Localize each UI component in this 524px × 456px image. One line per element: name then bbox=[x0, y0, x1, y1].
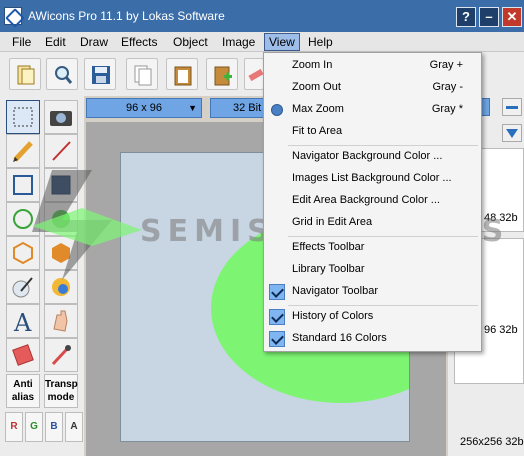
channel-b[interactable]: B bbox=[45, 412, 63, 442]
marquee-icon bbox=[13, 107, 33, 127]
line-tool[interactable] bbox=[44, 134, 78, 168]
triangle-down-icon bbox=[506, 129, 518, 138]
menu-item-library-toolbar[interactable]: Library Toolbar bbox=[264, 260, 481, 280]
chevron-down-icon: ▼ bbox=[188, 103, 197, 113]
transparency-mode-toggle[interactable]: Transp mode bbox=[44, 374, 78, 408]
app-icon bbox=[4, 7, 22, 25]
thumb-label-256: 256x256 32b bbox=[460, 436, 524, 448]
title-bar: AWicons Pro 11.1 by Lokas Software ? – ✕ bbox=[0, 0, 524, 32]
checkmark-icon bbox=[269, 309, 285, 325]
checkmark-icon bbox=[269, 284, 285, 300]
menu-help[interactable]: Help bbox=[308, 35, 333, 49]
eraser-icon bbox=[12, 344, 34, 366]
view-menu-dropdown: Zoom In Gray + Zoom Out Gray - Max Zoom … bbox=[263, 52, 482, 352]
checkmark-icon bbox=[269, 331, 285, 347]
window-title: AWicons Pro 11.1 by Lokas Software bbox=[28, 9, 225, 23]
minimize-button[interactable]: – bbox=[479, 7, 499, 27]
pencil-icon bbox=[13, 141, 33, 162]
menu-item-images-list-bg-color[interactable]: Images List Background Color ... bbox=[264, 169, 481, 189]
bit-value: 32 Bit bbox=[233, 102, 262, 114]
text-icon: A bbox=[13, 309, 32, 337]
paste-new-button[interactable] bbox=[206, 58, 238, 90]
copy-button[interactable] bbox=[126, 58, 158, 90]
menu-item-navigator-bg-color[interactable]: Navigator Background Color ... bbox=[264, 147, 481, 167]
menu-item-edit-area-bg-color[interactable]: Edit Area Background Color ... bbox=[264, 191, 481, 211]
channel-a[interactable]: A bbox=[65, 412, 83, 442]
channel-g[interactable]: G bbox=[25, 412, 43, 442]
size-value: 96 x 96 bbox=[125, 102, 163, 114]
menu-item-max-zoom[interactable]: Max Zoom Gray * bbox=[264, 100, 481, 120]
size-select[interactable]: 96 x 96 ▼ bbox=[86, 98, 202, 118]
thumb-label-96: 96 32b bbox=[484, 324, 518, 336]
zoom-button[interactable] bbox=[46, 58, 78, 90]
line-icon bbox=[52, 141, 71, 161]
menu-edit[interactable]: Edit bbox=[45, 35, 66, 49]
menu-item-navigator-toolbar[interactable]: Navigator Toolbar bbox=[264, 282, 481, 302]
camera-icon bbox=[50, 111, 72, 126]
new-file-icon bbox=[17, 65, 35, 85]
menu-item-effects-toolbar[interactable]: Effects Toolbar bbox=[264, 238, 481, 258]
save-button[interactable] bbox=[84, 58, 116, 90]
menu-separator bbox=[288, 145, 478, 146]
channel-r[interactable]: R bbox=[5, 412, 23, 442]
antialias-toggle[interactable]: Anti alias bbox=[6, 374, 40, 408]
menu-draw[interactable]: Draw bbox=[80, 35, 108, 49]
radio-selected-icon bbox=[271, 104, 283, 116]
new-button[interactable] bbox=[9, 58, 41, 90]
pencil-tool[interactable] bbox=[6, 134, 40, 168]
menu-view[interactable]: View bbox=[264, 33, 300, 51]
menu-separator bbox=[288, 236, 478, 237]
menu-bar: File Edit Draw Effects Object Image View… bbox=[0, 32, 524, 52]
align-button[interactable] bbox=[502, 98, 522, 116]
copy-icon bbox=[134, 65, 152, 86]
minus-icon bbox=[506, 106, 518, 109]
menu-item-fit-to-area[interactable]: Fit to Area bbox=[264, 122, 481, 142]
menu-item-zoom-in[interactable]: Zoom In Gray + bbox=[264, 56, 481, 76]
menu-item-history-of-colors[interactable]: History of Colors bbox=[264, 307, 481, 327]
menu-item-grid-in-edit-area[interactable]: Grid in Edit Area bbox=[264, 213, 481, 233]
hand-icon bbox=[53, 310, 68, 332]
menu-item-standard-16-colors[interactable]: Standard 16 Colors bbox=[264, 329, 481, 349]
eyedropper-tool[interactable] bbox=[44, 338, 78, 372]
capture-tool[interactable] bbox=[44, 100, 78, 134]
scroll-down-button[interactable] bbox=[502, 124, 522, 142]
eraser-tool[interactable] bbox=[6, 338, 40, 372]
menu-object[interactable]: Object bbox=[173, 35, 208, 49]
menu-image[interactable]: Image bbox=[222, 35, 255, 49]
floppy-icon bbox=[92, 66, 110, 84]
delete-button[interactable] bbox=[244, 58, 264, 90]
close-button[interactable]: ✕ bbox=[502, 7, 522, 27]
text-tool[interactable]: A bbox=[6, 304, 40, 338]
watermark-logo bbox=[32, 170, 142, 280]
menu-file[interactable]: File bbox=[12, 35, 31, 49]
magnifier-icon bbox=[55, 66, 73, 84]
clipboard-icon bbox=[174, 66, 192, 86]
smudge-tool[interactable] bbox=[44, 304, 78, 338]
menu-effects[interactable]: Effects bbox=[121, 35, 157, 49]
paste-button[interactable] bbox=[166, 58, 198, 90]
eyedropper-icon bbox=[51, 345, 71, 366]
clipboard-add-icon bbox=[214, 66, 232, 86]
menu-item-zoom-out[interactable]: Zoom Out Gray - bbox=[264, 78, 481, 98]
select-tool[interactable] bbox=[6, 100, 40, 134]
help-button[interactable]: ? bbox=[456, 7, 476, 27]
menu-separator bbox=[288, 305, 478, 306]
svg-text:A: A bbox=[13, 309, 32, 337]
